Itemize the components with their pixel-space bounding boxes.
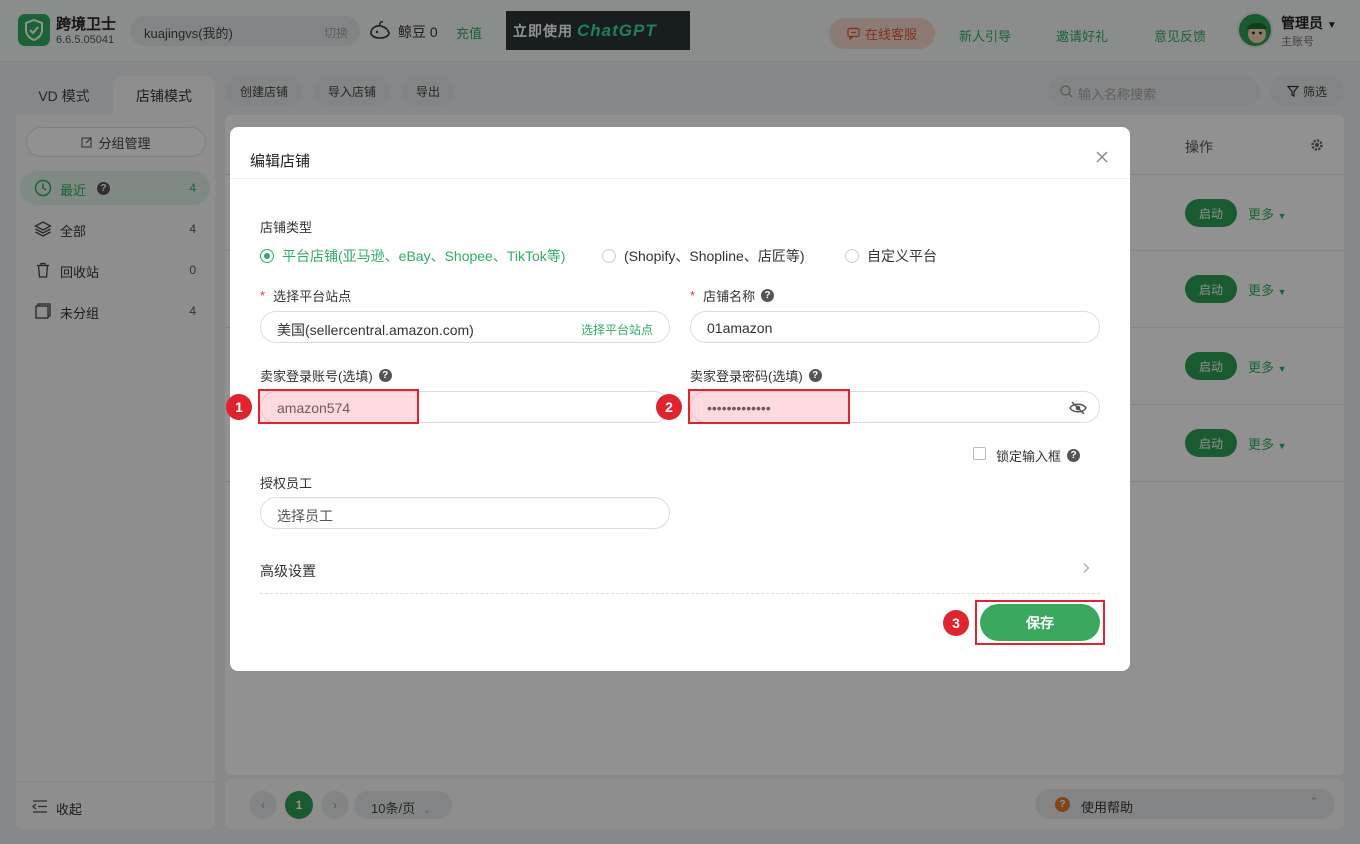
seller-password-label: 卖家登录密码(选填)? [690, 366, 822, 385]
staff-select[interactable]: 选择员工 [260, 497, 670, 529]
site-label: * 选择平台站点 [260, 288, 352, 304]
help-icon[interactable]: ? [761, 289, 775, 302]
chevron-right-icon[interactable] [1081, 562, 1091, 574]
eye-off-icon[interactable] [1069, 401, 1087, 415]
highlight-box-save [975, 600, 1105, 645]
step-badge-2: 2 [656, 394, 682, 420]
radio-independent-store[interactable]: (Shopify、Shopline、店匠等) [602, 246, 805, 266]
radio-dot [845, 249, 859, 263]
seller-account-label: 卖家登录账号(选填)? [260, 366, 392, 385]
store-name-field[interactable]: 01amazon [690, 311, 1100, 343]
help-icon[interactable]: ? [1067, 449, 1081, 462]
radio-platform-store[interactable]: 平台店铺(亚马逊、eBay、Shopee、TikTok等) [260, 246, 565, 266]
divider [260, 593, 1100, 594]
help-icon[interactable]: ? [808, 369, 822, 382]
store-name-label: * 店铺名称? [690, 286, 775, 305]
staff-label: 授权员工 [260, 476, 313, 491]
help-icon[interactable]: ? [378, 369, 392, 382]
site-field[interactable]: 美国(sellercentral.amazon.com) 选择平台站点 [260, 311, 670, 343]
lock-input-label: 锁定输入框? [996, 446, 1081, 465]
dialog-title: 编辑店铺 [250, 153, 311, 170]
store-type-label: 店铺类型 [260, 220, 313, 235]
store-name-value: 01amazon [707, 320, 773, 336]
advanced-settings-toggle[interactable]: 高级设置 [260, 561, 316, 581]
step-badge-3: 3 [943, 610, 969, 636]
step-badge-1: 1 [226, 394, 252, 420]
radio-dot [602, 249, 616, 263]
site-value: 美国(sellercentral.amazon.com) [277, 322, 474, 338]
radio-label: (Shopify、Shopline、店匠等) [624, 248, 805, 264]
radio-label: 自定义平台 [867, 248, 937, 264]
highlight-box-password [688, 389, 850, 424]
dialog-header: 编辑店铺 [230, 127, 1130, 179]
lock-input-checkbox[interactable] [973, 447, 986, 460]
close-icon[interactable] [1094, 149, 1110, 165]
select-site-link[interactable]: 选择平台站点 [581, 321, 653, 338]
radio-label: 平台店铺(亚马逊、eBay、Shopee、TikTok等) [282, 248, 566, 264]
radio-custom-platform[interactable]: 自定义平台 [845, 246, 937, 266]
highlight-box-account [258, 389, 419, 424]
radio-dot [260, 249, 274, 263]
staff-placeholder: 选择员工 [277, 508, 333, 524]
